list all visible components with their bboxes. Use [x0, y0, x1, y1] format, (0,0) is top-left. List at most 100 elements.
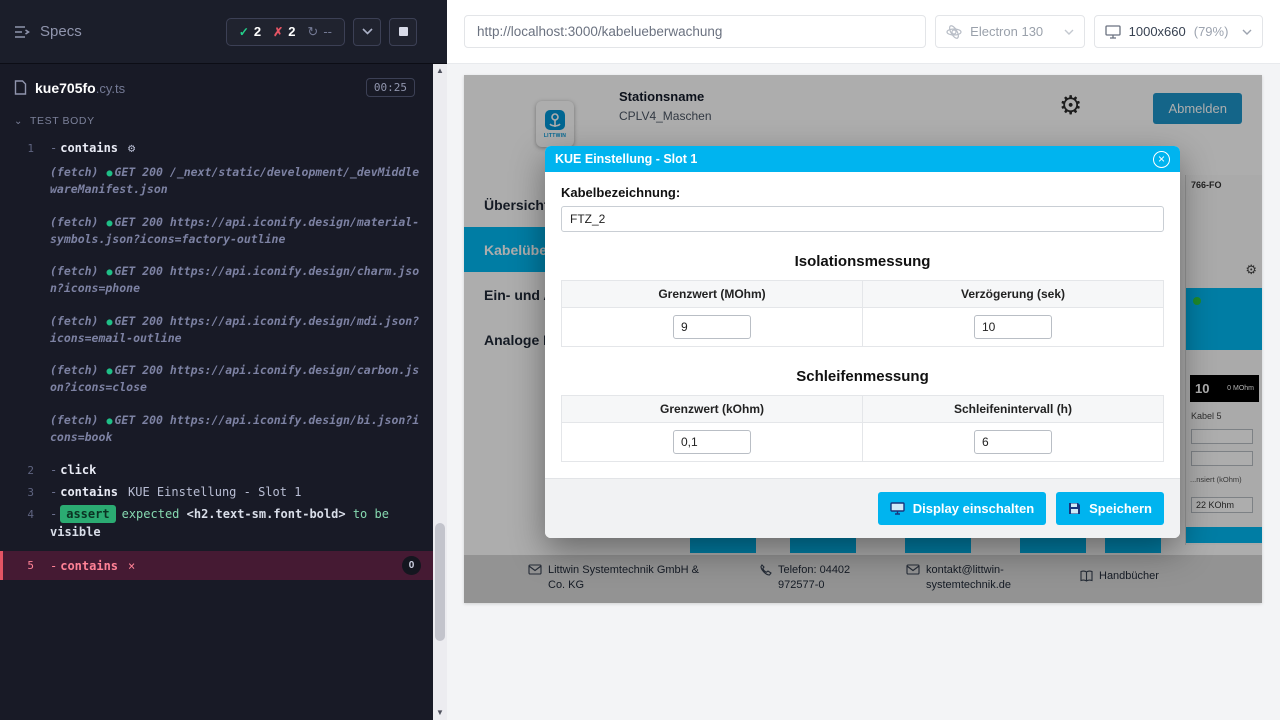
- isolation-col-grenzwert: Grenzwert (MOhm): [562, 281, 863, 308]
- save-floppy-icon: [1068, 502, 1081, 515]
- display-on-button[interactable]: Display einschalten: [878, 492, 1046, 525]
- cable-name-label: Kabelbezeichnung:: [561, 185, 1164, 200]
- line-number: 5: [3, 556, 50, 575]
- table-cell: [863, 308, 1164, 347]
- monitor-icon: [1105, 25, 1121, 39]
- pending-stat: ↻--: [307, 24, 332, 40]
- test-body-section[interactable]: ⌄ TEST BODY: [0, 107, 447, 133]
- runner-scrollbar[interactable]: ▲ ▼: [433, 64, 447, 720]
- command-name: contains: [60, 141, 118, 155]
- loop-table: Grenzwert (kOhm) Schleifenintervall (h): [561, 395, 1164, 462]
- line-number: [0, 214, 50, 249]
- loop-intervall-input[interactable]: [974, 430, 1052, 454]
- fetch-tag: (fetch): [50, 363, 98, 377]
- spec-timer: 00:25: [366, 78, 415, 97]
- isolation-table: Grenzwert (MOhm) Verzögerung (sek): [561, 280, 1164, 347]
- save-button[interactable]: Speichern: [1056, 492, 1164, 525]
- fetch-status: GET 200: [115, 314, 163, 328]
- spec-extension: .cy.ts: [96, 81, 125, 96]
- isolation-verzoegerung-input[interactable]: [974, 315, 1052, 339]
- modal-title: KUE Einstellung - Slot 1: [555, 152, 697, 166]
- log-fetch-row[interactable]: (fetch)●GET 200 /_next/static/developmen…: [0, 162, 447, 201]
- browser-select[interactable]: Electron 130: [935, 15, 1084, 48]
- scroll-down-icon[interactable]: ▼: [433, 706, 447, 720]
- failed-stat: ✗2: [273, 24, 295, 39]
- status-dot-icon: ●: [106, 218, 112, 229]
- chevron-down-icon: [362, 28, 373, 35]
- browser-bar: Electron 130 1000x660 (79%): [447, 0, 1280, 64]
- loop-heading: Schleifenmessung: [561, 368, 1164, 385]
- isolation-grenzwert-input[interactable]: [673, 315, 751, 339]
- log-fetch-row[interactable]: (fetch)●GET 200 https://api.iconify.desi…: [0, 410, 447, 449]
- runner-controls: ✓2 ✗2 ↻--: [226, 18, 417, 46]
- modal-close-icon[interactable]: ×: [1153, 151, 1170, 168]
- command-dash: -: [50, 507, 57, 521]
- url-input[interactable]: [464, 15, 926, 48]
- table-cell: [562, 423, 863, 462]
- collapse-runner-button[interactable]: [353, 18, 381, 46]
- spec-row[interactable]: kue705fo.cy.ts 00:25: [0, 64, 447, 107]
- fetch-status: GET 200: [115, 363, 163, 377]
- command-name: click: [60, 463, 96, 477]
- command-dash: -: [50, 141, 57, 155]
- command-dash: -: [50, 485, 57, 499]
- spec-name: kue705fo.cy.ts: [35, 80, 125, 96]
- fetch-status: GET 200: [115, 264, 163, 278]
- table-cell: [863, 423, 1164, 462]
- log-row-contains-failed[interactable]: 5 -contains×0: [0, 551, 447, 580]
- line-number: 4: [0, 505, 50, 541]
- display-icon: [890, 502, 905, 515]
- isolation-col-verzoegerung: Verzögerung (sek): [863, 281, 1164, 308]
- modal-header: KUE Einstellung - Slot 1 ×: [545, 146, 1180, 172]
- viewport-size: 1000x660: [1129, 24, 1186, 39]
- fetch-tag: (fetch): [50, 314, 98, 328]
- runner-header: Specs ✓2 ✗2 ↻--: [0, 0, 447, 64]
- command-name: contains: [60, 557, 118, 575]
- close-icon: ×: [128, 557, 135, 575]
- line-number: [0, 362, 50, 397]
- specs-button[interactable]: Specs: [14, 23, 82, 40]
- log-row-contains-title[interactable]: 3 -containsKUE Einstellung - Slot 1: [0, 481, 447, 503]
- status-dot-icon: ●: [106, 317, 112, 328]
- browser-name: Electron 130: [970, 24, 1043, 39]
- passed-stat: ✓2: [239, 24, 261, 39]
- fetch-status: GET 200: [115, 413, 163, 427]
- command-dash: -: [50, 463, 57, 477]
- pending-count: --: [323, 24, 332, 39]
- log-fetch-row[interactable]: (fetch)●GET 200 https://api.iconify.desi…: [0, 311, 447, 350]
- log-row-contains-gear[interactable]: 1 -contains⚙: [0, 137, 447, 159]
- scroll-up-icon[interactable]: ▲: [433, 64, 447, 78]
- modal-footer: Display einschalten Speichern: [545, 478, 1180, 538]
- fetch-tag: (fetch): [50, 413, 98, 427]
- cable-name-input[interactable]: [561, 206, 1164, 232]
- line-number: [0, 164, 50, 199]
- log-row-click[interactable]: 2 -click: [0, 459, 447, 481]
- stop-button[interactable]: [389, 18, 417, 46]
- test-stats[interactable]: ✓2 ✗2 ↻--: [226, 18, 345, 46]
- log-fetch-row[interactable]: (fetch)●GET 200 https://api.iconify.desi…: [0, 212, 447, 251]
- line-number: [0, 313, 50, 348]
- status-dot-icon: ●: [106, 416, 112, 427]
- failed-x-icon: ✗: [273, 25, 283, 39]
- command-name: contains: [60, 485, 118, 499]
- app-under-test: LITTWIN Stationsname CPLV4_Maschen ⚙ Abm…: [464, 75, 1262, 603]
- line-number: 2: [0, 461, 50, 479]
- fetch-tag: (fetch): [50, 165, 98, 179]
- log-row-assert[interactable]: 4 -assertexpected <h2.text-sm.font-bold>…: [0, 503, 447, 543]
- assert-badge: assert: [60, 505, 115, 523]
- line-number: [0, 412, 50, 447]
- fetch-tag: (fetch): [50, 264, 98, 278]
- test-body-label: TEST BODY: [30, 115, 95, 127]
- command-dash: -: [50, 557, 57, 575]
- log-fetch-row[interactable]: (fetch)●GET 200 https://api.iconify.desi…: [0, 360, 447, 399]
- isolation-heading: Isolationsmessung: [561, 253, 1164, 270]
- log-fetch-row[interactable]: (fetch)●GET 200 https://api.iconify.desi…: [0, 261, 447, 300]
- modal-body: Kabelbezeichnung: Isolationsmessung Gren…: [545, 172, 1180, 462]
- passed-count: 2: [254, 24, 261, 39]
- status-dot-icon: ●: [106, 366, 112, 377]
- viewport-select[interactable]: 1000x660 (79%): [1094, 15, 1263, 48]
- scrollbar-thumb[interactable]: [435, 523, 445, 641]
- specs-label: Specs: [40, 23, 82, 40]
- loop-grenzwert-input[interactable]: [673, 430, 751, 454]
- loop-col-intervall: Schleifenintervall (h): [863, 396, 1164, 423]
